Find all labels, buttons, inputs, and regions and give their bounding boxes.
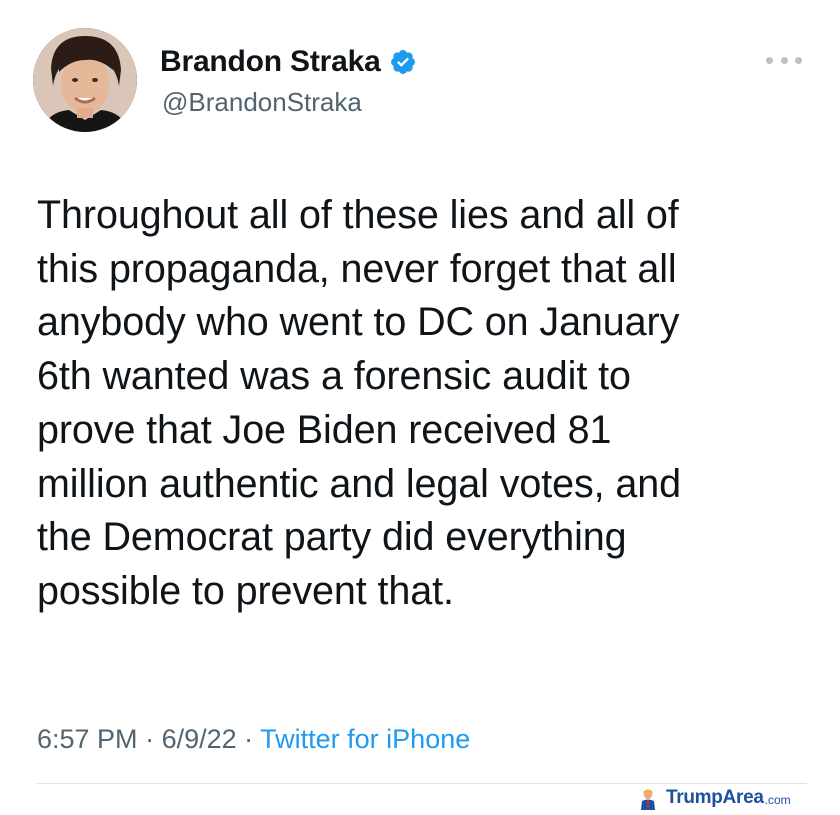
verified-badge-icon xyxy=(389,48,417,76)
watermark-domain: .com xyxy=(764,793,791,807)
tweet-meta: 6:57 PM · 6/9/22 · Twitter for iPhone xyxy=(37,722,470,756)
tweet-text-line: anybody who went to DC on January xyxy=(37,300,680,345)
watermark-text: TrumpArea xyxy=(666,787,764,808)
tweet-source-link[interactable]: Twitter for iPhone xyxy=(260,724,470,754)
tweet-text-line: prove that Joe Biden received 81 xyxy=(37,407,612,452)
author-handle[interactable]: @BrandonStraka xyxy=(162,86,362,118)
tweet-date[interactable]: 6/9/22 xyxy=(162,724,237,754)
tweet-text-line: the Democrat party did everything xyxy=(37,515,627,560)
tweet-text-line: possible to prevent that. xyxy=(37,568,454,613)
tweet-time[interactable]: 6:57 PM xyxy=(37,724,138,754)
author-display-name[interactable]: Brandon Straka xyxy=(160,44,381,80)
divider xyxy=(37,783,807,784)
more-options-icon[interactable] xyxy=(766,53,802,67)
tweet-text-line: Throughout all of these lies and all of xyxy=(37,193,679,237)
author-name-row: Brandon Straka xyxy=(160,44,417,80)
tweet-text-line: 6th wanted was a forensic audit to xyxy=(37,354,631,399)
meta-separator: · xyxy=(137,724,162,754)
tweet-text: Throughout all of these lies and all of … xyxy=(37,189,817,619)
tweet-text-line: million authentic and legal votes, and xyxy=(37,461,681,506)
trump-figure-icon xyxy=(636,786,660,810)
tweet-card: Brandon Straka @BrandonStraka Throughout… xyxy=(0,0,840,811)
watermark: TrumpArea .com xyxy=(636,786,791,810)
profile-photo-icon xyxy=(33,28,137,132)
meta-separator: · xyxy=(236,724,261,754)
avatar[interactable] xyxy=(33,28,137,132)
tweet-text-line: this propaganda, never forget that all xyxy=(37,246,677,291)
